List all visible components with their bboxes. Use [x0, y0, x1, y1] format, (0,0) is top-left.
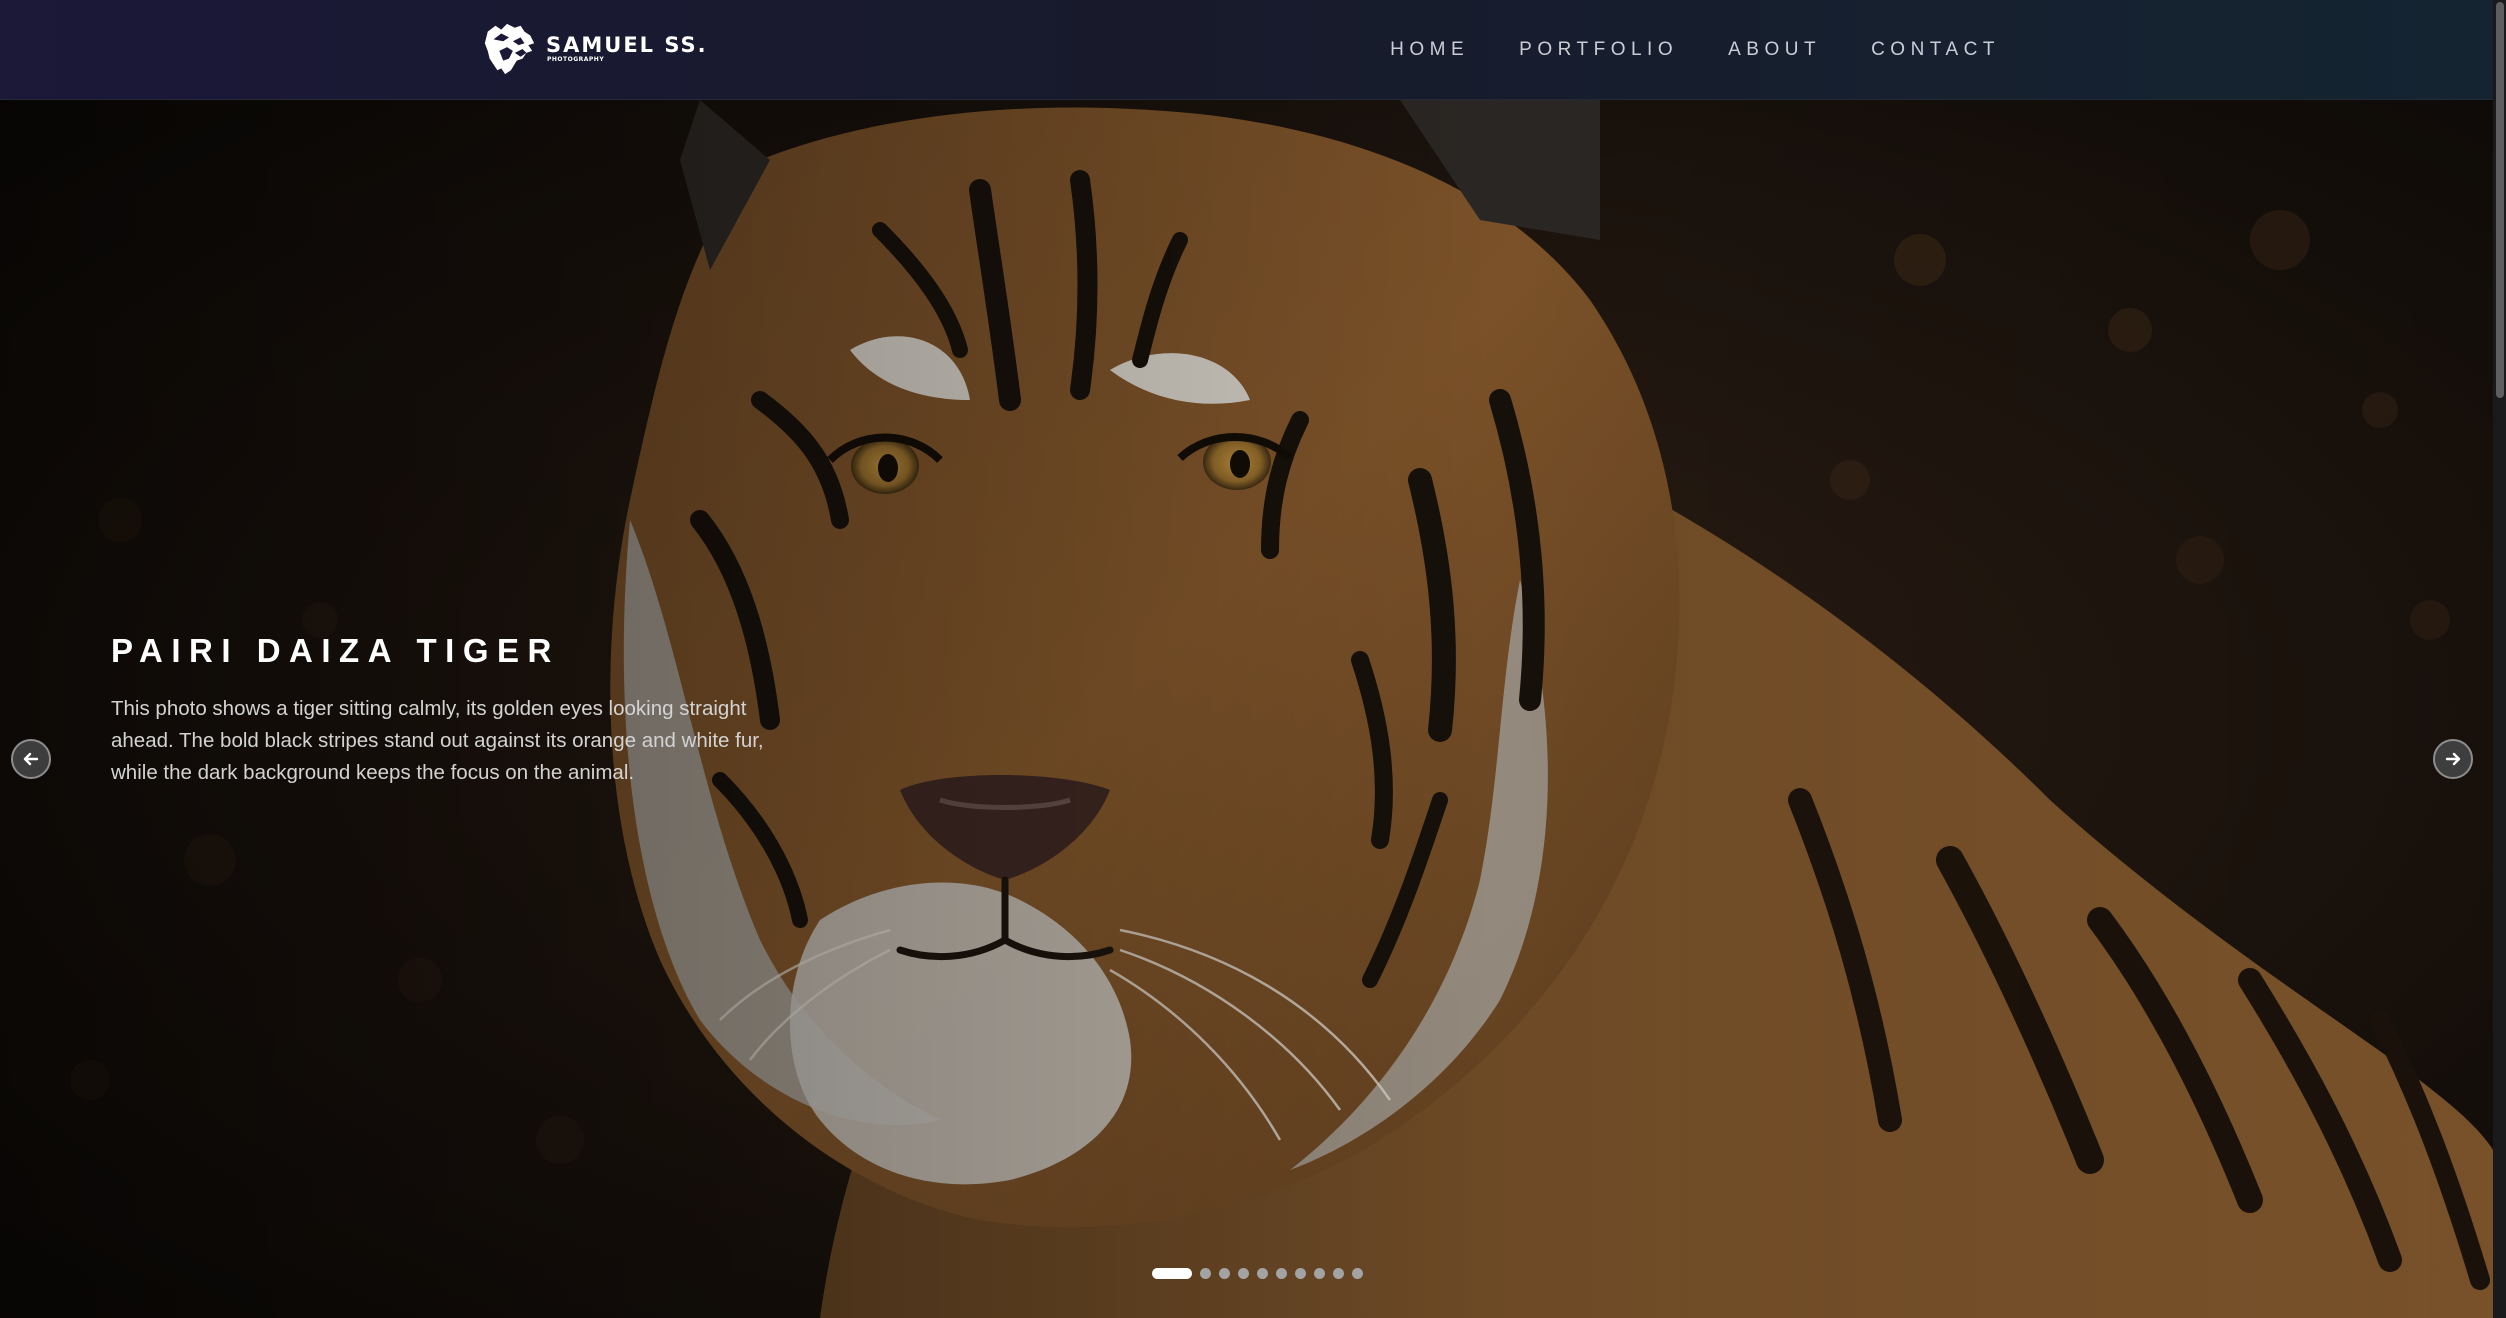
slide-title: PAIRI DAIZA TIGER	[111, 632, 560, 669]
hero-slider: PAIRI DAIZA TIGER This photo shows a tig…	[0, 100, 2493, 1318]
prev-slide-button[interactable]	[11, 739, 51, 779]
slide-indicator-dot[interactable]	[1352, 1267, 1363, 1279]
slide-indicator-dot[interactable]	[1257, 1267, 1268, 1279]
page-scrollbar[interactable]	[2493, 0, 2506, 1318]
nav-link-home[interactable]: HOME	[1390, 39, 1469, 61]
arrow-left-icon	[23, 752, 39, 766]
brand-logo-link[interactable]: SAMUEL SS. PHOTOGRAPHY	[480, 20, 708, 78]
slide-indicator-dot[interactable]	[1238, 1267, 1249, 1279]
wolf-head-icon	[484, 23, 535, 75]
next-slide-button[interactable]	[2433, 739, 2473, 779]
nav-link-about[interactable]: ABOUT	[1728, 39, 1821, 61]
slide-caption: PAIRI DAIZA TIGER This photo shows a tig…	[111, 631, 811, 789]
brand-text: SAMUEL SS. PHOTOGRAPHY	[546, 34, 708, 64]
main-nav: HOME PORTFOLIO ABOUT CONTACT	[1390, 0, 2000, 100]
navbar: SAMUEL SS. PHOTOGRAPHY HOME PORTFOLIO AB…	[0, 0, 2493, 100]
nav-link-portfolio[interactable]: PORTFOLIO	[1519, 39, 1678, 61]
slide-description: This photo shows a tiger sitting calmly,…	[111, 697, 764, 784]
scrollbar-thumb[interactable]	[2496, 2, 2504, 398]
slide-indicator-dot[interactable]	[1276, 1267, 1287, 1279]
slide-indicator-dot[interactable]	[1333, 1267, 1344, 1279]
nav-link-contact[interactable]: CONTACT	[1871, 39, 2000, 61]
brand-subtitle: PHOTOGRAPHY	[547, 56, 605, 63]
slide-indicators	[1152, 1267, 1363, 1279]
brand-name: SAMUEL SS.	[546, 33, 708, 57]
slide-indicator-dot[interactable]	[1295, 1267, 1306, 1279]
arrow-right-icon	[2445, 752, 2461, 766]
slide-indicator-dot[interactable]	[1219, 1267, 1230, 1279]
slide-indicator-dot[interactable]	[1152, 1267, 1192, 1279]
slide-indicator-dot[interactable]	[1200, 1267, 1211, 1279]
slide-indicator-dot[interactable]	[1314, 1267, 1325, 1279]
